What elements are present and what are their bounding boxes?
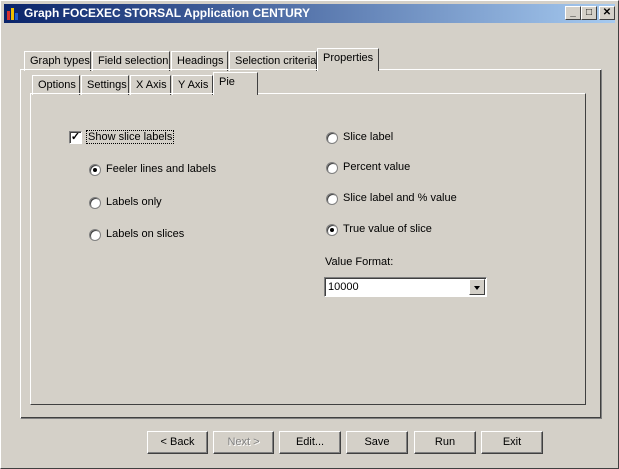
labels-on-slices-radio[interactable] bbox=[89, 229, 101, 241]
value-format-value: 10000 bbox=[328, 281, 359, 293]
save-button[interactable]: Save bbox=[346, 431, 408, 454]
show-slice-labels-checkbox[interactable]: ✓ bbox=[69, 131, 82, 144]
graph-app-icon bbox=[7, 7, 20, 20]
percent-value-radio[interactable] bbox=[326, 162, 338, 174]
feeler-lines-label[interactable]: Feeler lines and labels bbox=[106, 163, 216, 175]
labels-only-label[interactable]: Labels only bbox=[106, 196, 162, 208]
next-button[interactable]: Next > bbox=[213, 431, 274, 454]
value-format-select[interactable]: 10000 bbox=[324, 277, 487, 297]
value-format-label: Value Format: bbox=[325, 256, 394, 268]
tab-options[interactable]: Options bbox=[32, 75, 80, 95]
back-button[interactable]: < Back bbox=[147, 431, 208, 454]
tab-headings[interactable]: Headings bbox=[171, 51, 228, 71]
percent-value-label[interactable]: Percent value bbox=[343, 161, 410, 173]
slice-label-and-percent-radio[interactable] bbox=[326, 193, 338, 205]
show-slice-labels-label[interactable]: Show slice labels bbox=[86, 130, 175, 144]
close-button[interactable]: ✕ bbox=[599, 6, 615, 20]
maximize-button[interactable]: □ bbox=[581, 6, 597, 20]
tab-field-selection[interactable]: Field selection bbox=[92, 51, 170, 71]
tab-graph-types[interactable]: Graph types bbox=[24, 51, 91, 71]
slice-label-and-percent-label[interactable]: Slice label and % value bbox=[343, 192, 457, 204]
tab-pie[interactable]: Pie bbox=[213, 72, 258, 95]
application-window: Graph FOCEXEC STORSAL Application CENTUR… bbox=[0, 0, 619, 469]
slice-label-label[interactable]: Slice label bbox=[343, 131, 393, 143]
chevron-down-icon[interactable] bbox=[469, 279, 485, 295]
exit-button[interactable]: Exit bbox=[481, 431, 543, 454]
true-value-radio[interactable] bbox=[326, 224, 338, 236]
window-title: Graph FOCEXEC STORSAL Application CENTUR… bbox=[24, 6, 311, 20]
run-button[interactable]: Run bbox=[414, 431, 476, 454]
labels-only-radio[interactable] bbox=[89, 197, 101, 209]
minimize-button[interactable]: _ bbox=[565, 6, 581, 20]
feeler-lines-radio[interactable] bbox=[89, 164, 101, 176]
tab-settings[interactable]: Settings bbox=[81, 75, 129, 95]
title-bar[interactable]: Graph FOCEXEC STORSAL Application CENTUR… bbox=[4, 4, 615, 23]
slice-label-radio[interactable] bbox=[326, 132, 338, 144]
tab-x-axis[interactable]: X Axis bbox=[130, 75, 171, 95]
tab-y-axis[interactable]: Y Axis bbox=[172, 75, 213, 95]
edit-button[interactable]: Edit... bbox=[279, 431, 341, 454]
labels-on-slices-label[interactable]: Labels on slices bbox=[106, 228, 184, 240]
tab-selection-criteria[interactable]: Selection criteria bbox=[229, 51, 317, 71]
tab-properties[interactable]: Properties bbox=[317, 48, 379, 71]
true-value-label[interactable]: True value of slice bbox=[343, 223, 432, 235]
